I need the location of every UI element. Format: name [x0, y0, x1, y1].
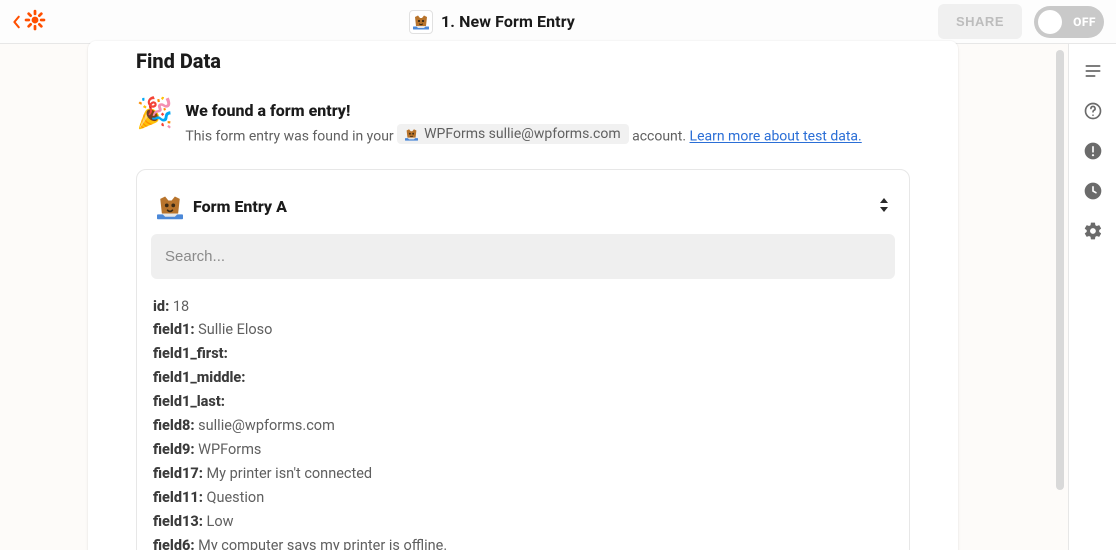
field-row: field17: My printer isn't connected — [153, 462, 893, 486]
chevron-left-icon — [12, 15, 22, 29]
scrollbar-thumb[interactable] — [1056, 50, 1064, 490]
field-key: field17: — [153, 465, 203, 482]
search-input[interactable] — [151, 234, 895, 279]
settings-icon[interactable] — [1082, 220, 1104, 242]
toggle-state: OFF — [1073, 15, 1096, 29]
wpforms-fox-icon — [405, 128, 418, 141]
help-icon[interactable] — [1082, 100, 1104, 122]
field-row: field11: Question — [153, 486, 893, 510]
wpforms-app-icon — [409, 10, 433, 34]
back-button[interactable] — [12, 9, 46, 35]
outline-icon[interactable] — [1082, 60, 1104, 82]
field-key: id: — [153, 298, 169, 315]
alert-icon[interactable] — [1082, 140, 1104, 162]
step-title: 1. New Form Entry — [46, 10, 938, 34]
learn-more-link[interactable]: Learn more about test data. — [690, 129, 862, 145]
entry-card: Form Entry A id: 18field1: Sullie Elosof… — [136, 169, 910, 550]
history-icon[interactable] — [1082, 180, 1104, 202]
field-key: field1_middle: — [153, 369, 246, 386]
found-banner: 🎉 We found a form entry! This form entry… — [136, 101, 910, 145]
field-key: field1: — [153, 321, 195, 338]
field-row: field1_first: — [153, 342, 893, 366]
field-row: field8: sullie@wpforms.com — [153, 414, 893, 438]
field-key: field1_first: — [153, 345, 228, 362]
found-headline: We found a form entry! — [185, 101, 861, 120]
field-row: field1_middle: — [153, 366, 893, 390]
step-panel: Find Data 🎉 We found a form entry! This … — [88, 41, 958, 550]
zapier-logo-icon — [24, 9, 46, 35]
field-key: field8: — [153, 417, 195, 434]
field-row: field9: WPForms — [153, 438, 893, 462]
found-suffix: account. — [632, 129, 689, 145]
found-subtext: This form entry was found in your WPForm… — [185, 124, 861, 145]
toggle-knob — [1038, 10, 1062, 34]
field-value: My printer isn't connected — [203, 465, 372, 482]
section-title: Find Data — [136, 41, 910, 73]
party-popper-icon: 🎉 — [136, 99, 173, 129]
field-value: WPForms — [195, 441, 262, 458]
scrollbar[interactable] — [1056, 50, 1064, 544]
found-prefix: This form entry was found in your — [185, 129, 397, 145]
field-key: field11: — [153, 489, 203, 506]
account-label: WPForms sullie@wpforms.com — [424, 126, 620, 142]
field-row: field13: Low — [153, 510, 893, 534]
share-button[interactable]: SHARE — [938, 4, 1022, 39]
publish-toggle[interactable]: OFF — [1034, 6, 1104, 38]
top-bar: 1. New Form Entry SHARE OFF — [0, 0, 1116, 44]
field-list: id: 18field1: Sullie Elosofield1_first: … — [151, 295, 895, 550]
field-value: Sullie Eloso — [195, 321, 273, 338]
field-key: field13: — [153, 513, 203, 530]
account-chip: WPForms sullie@wpforms.com — [397, 124, 628, 144]
canvas-area: Find Data 🎉 We found a form entry! This … — [0, 44, 1068, 550]
field-row: field6: My computer says my printer is o… — [153, 534, 893, 550]
entry-title: Form Entry A — [193, 197, 869, 216]
field-value: sullie@wpforms.com — [195, 417, 335, 434]
workspace: Find Data 🎉 We found a form entry! This … — [0, 44, 1116, 550]
sort-icon — [879, 197, 889, 217]
right-rail — [1068, 44, 1116, 550]
field-key: field6: — [153, 537, 195, 550]
field-row: field1: Sullie Eloso — [153, 318, 893, 342]
field-key: field1_last: — [153, 393, 225, 410]
field-key: field9: — [153, 441, 195, 458]
entry-selector[interactable]: Form Entry A — [151, 184, 895, 234]
step-title-text: 1. New Form Entry — [441, 12, 575, 31]
field-row: field1_last: — [153, 390, 893, 414]
wpforms-fox-icon — [157, 194, 183, 220]
field-value: Question — [203, 489, 264, 506]
field-row: id: 18 — [153, 295, 893, 319]
field-value: My computer says my printer is offline. — [195, 537, 448, 550]
field-value: 18 — [169, 298, 189, 315]
field-value: Low — [203, 513, 234, 530]
